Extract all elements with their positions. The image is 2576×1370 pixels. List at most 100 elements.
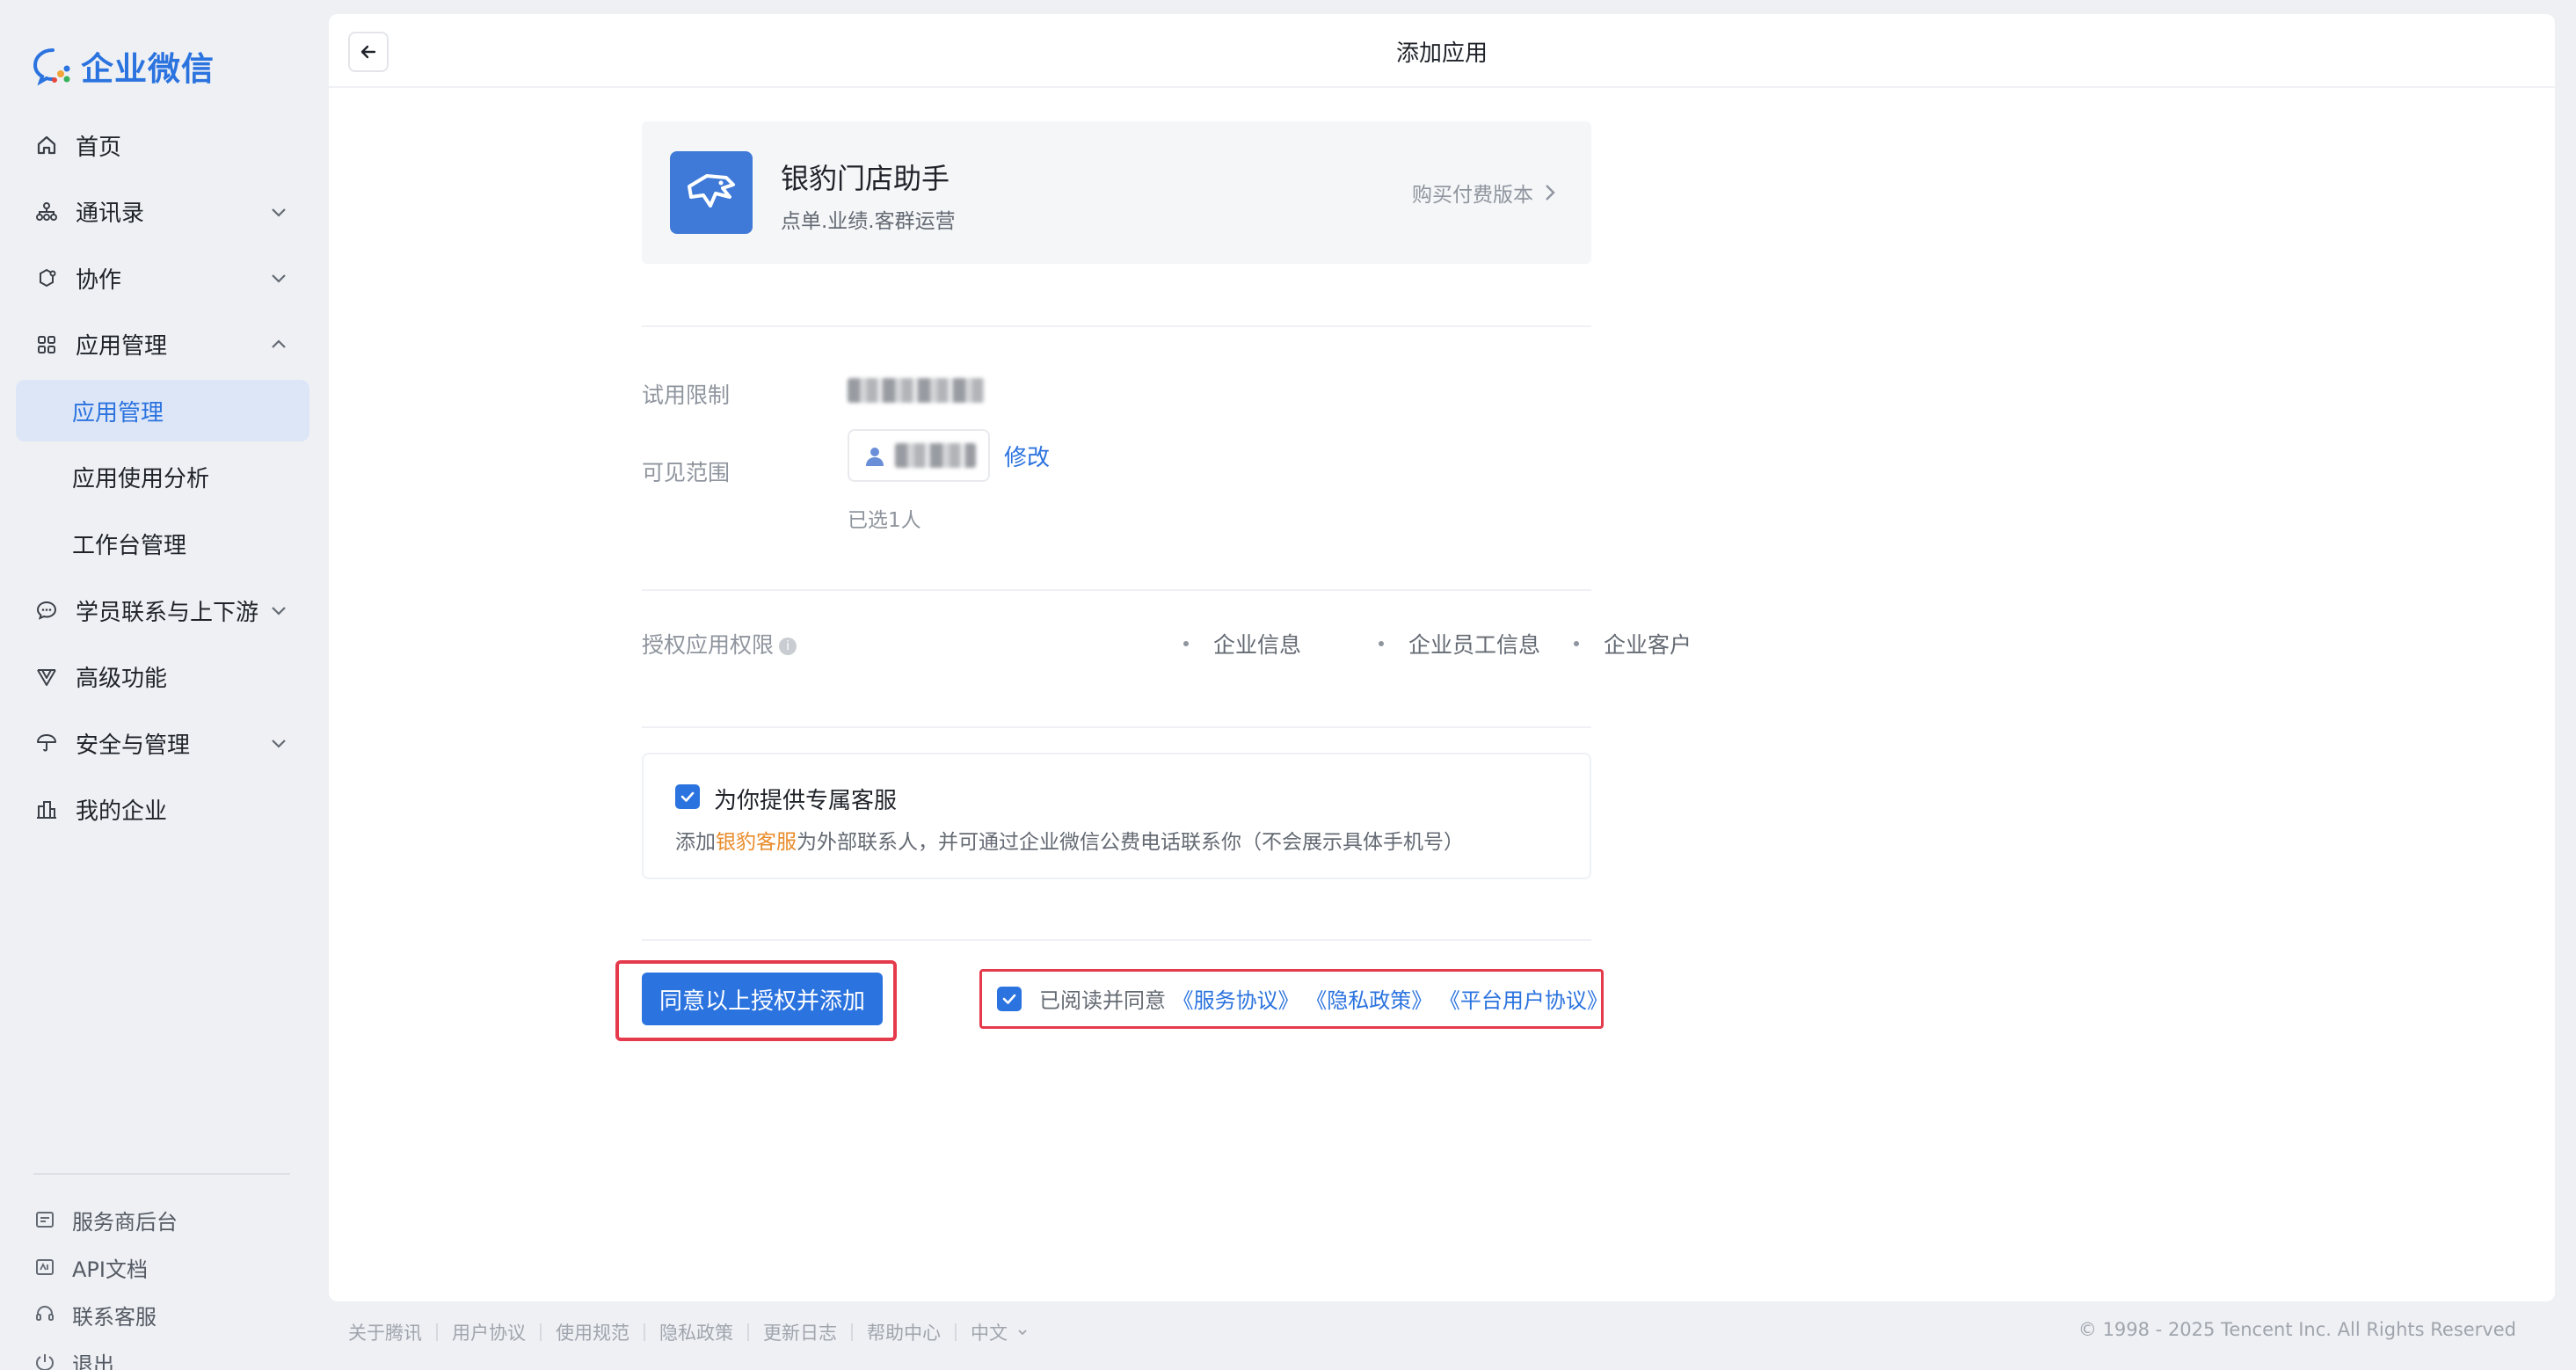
sidebar-subitem-workbench-management[interactable]: 工作台管理 [16,514,309,575]
sidebar-item-label: 首页 [76,134,122,161]
buy-paid-version-link[interactable]: 购买付费版本 [1412,178,1558,208]
sidebar-subitem-app-management[interactable]: 应用管理 [16,380,309,442]
modify-scope-link[interactable]: 修改 [1004,440,1050,472]
permission-item-label: 企业员工信息 [1408,632,1541,658]
api-icon [33,1256,56,1279]
chevron-down-icon [272,607,286,616]
top-bar: 添加应用 [329,14,2555,88]
permissions-label: 授权应用权限 i [642,628,797,659]
sidebar-link-api-docs[interactable]: API文档 [33,1243,178,1291]
check-icon [1002,994,1016,1004]
permission-item: 企业信息 [1183,628,1301,659]
footer-separator [436,1323,438,1341]
trial-limit-label: 试用限制 [642,383,731,408]
info-icon[interactable]: i [779,638,797,655]
home-icon [35,134,58,157]
service-name-highlight[interactable]: 银豹客服 [716,831,797,854]
sidebar-nav: 首页 通讯录 协作 应用管理 应用管理 应用使用分析 工作台管理 学员联系与上下… [16,114,309,846]
app-card: 银豹门店助手 点单.业绩.客群运营 购买付费版本 [642,121,1591,264]
footer-separator [851,1323,853,1341]
buy-paid-version-label: 购买付费版本 [1412,184,1533,207]
sidebar-item-security[interactable]: 安全与管理 [16,712,309,774]
umbrella-icon [35,732,58,754]
app-description: 点单.业绩.客群运营 [781,210,956,233]
sidebar-link-provider-backend[interactable]: 服务商后台 [33,1196,178,1243]
privacy-policy-link[interactable]: 《隐私政策》 [1306,988,1432,1013]
terms-prefix: 已阅读并同意 [1039,988,1166,1013]
language-selector[interactable]: 中文 [971,1319,1029,1345]
sidebar-link-label: 联系客服 [72,1304,156,1330]
sidebar-item-label: 应用管理 [72,399,164,426]
permission-item: 企业客户 [1574,628,1692,659]
sidebar: 企业微信 首页 通讯录 协作 应用管理 应用管理 应用使用分析 工作台管理 学员… [0,0,327,1370]
bullet-dot [1379,641,1384,646]
sidebar-item-my-company[interactable]: 我的企业 [16,779,309,841]
logout-icon [33,1351,56,1370]
apps-icon [35,333,58,356]
chevron-right-icon [1546,185,1555,200]
dedicated-service-checkbox[interactable] [675,784,700,809]
footer-link-changelog[interactable]: 更新日志 [763,1319,837,1345]
wecom-logo-icon [33,48,70,86]
sidebar-item-label: 应用使用分析 [72,466,210,493]
chevron-down-icon [272,740,286,748]
footer-separator [955,1323,957,1341]
sidebar-subitem-app-usage-analysis[interactable]: 应用使用分析 [16,447,309,508]
chevron-down-icon [1018,1330,1027,1336]
footer-link-usage-rules[interactable]: 使用规范 [556,1319,629,1345]
footer-separator [644,1323,645,1341]
trial-limit-value-redacted [848,378,985,403]
divider [642,325,1591,327]
dedicated-service-description: 添加银豹客服为外部联系人，并可通过企业微信公费电话联系你（不会展示具体手机号） [675,825,1464,855]
bullet-dot [1183,641,1189,646]
permission-item: 企业员工信息 [1379,628,1540,659]
footer-link-user-agreement[interactable]: 用户协议 [452,1319,526,1345]
sidebar-item-label: 通讯录 [76,200,145,228]
visible-scope-member[interactable] [848,429,990,482]
brand-logo[interactable]: 企业微信 [32,44,215,88]
footer-link-privacy[interactable]: 隐私政策 [659,1319,733,1345]
service-desc-prefix: 添加 [675,831,716,854]
sidebar-item-contacts[interactable]: 通讯录 [16,181,309,243]
sidebar-item-label: 协作 [76,266,122,294]
terms-checkbox[interactable] [997,987,1022,1011]
permission-item-label: 企业客户 [1604,632,1692,658]
brand-name: 企业微信 [81,50,215,88]
sidebar-item-collab[interactable]: 协作 [16,247,309,309]
sidebar-link-support[interactable]: 联系客服 [33,1291,178,1338]
service-desc-suffix: 为外部联系人，并可通过企业微信公费电话联系你（不会展示具体手机号） [797,831,1464,854]
app-name: 银豹门店助手 [781,162,950,195]
dedicated-service-title: 为你提供专属客服 [714,788,898,814]
member-name-redacted [895,443,976,468]
chevron-down-icon [272,208,286,217]
footer-link-help[interactable]: 帮助中心 [867,1319,941,1345]
platform-agreement-link[interactable]: 《平台用户协议》 [1439,988,1608,1013]
sidebar-item-label: 工作台管理 [72,533,187,560]
permissions-label-text: 授权应用权限 [642,632,775,658]
chevron-up-icon [272,339,286,348]
sidebar-item-student-contacts[interactable]: 学员联系与上下游 [16,579,309,641]
footer-separator [540,1323,542,1341]
divider [642,589,1591,591]
org-icon [35,200,58,223]
visible-scope-label: 可见范围 [642,460,731,485]
copyright: © 1998 - 2025 Tencent Inc. All Rights Re… [2078,1319,2516,1340]
page-title: 添加应用 [1395,40,1488,67]
sidebar-item-app-management[interactable]: 应用管理 [16,314,309,375]
chat-icon [35,599,58,622]
dedicated-service-box: 为你提供专属客服 添加银豹客服为外部联系人，并可通过企业微信公费电话联系你（不会… [642,753,1591,879]
provider-icon [33,1208,56,1231]
sidebar-item-label: 高级功能 [76,666,168,693]
sidebar-bottom-links: 服务商后台 API文档 联系客服 退出 [33,1196,178,1370]
selected-count: 已选1人 [848,509,921,532]
sidebar-item-home[interactable]: 首页 [16,114,309,176]
sidebar-divider [33,1173,290,1175]
sidebar-link-logout[interactable]: 退出 [33,1338,178,1370]
check-icon [680,791,695,802]
service-agreement-link[interactable]: 《服务协议》 [1173,988,1299,1013]
person-icon [866,448,884,466]
building-icon [35,798,58,821]
sidebar-item-advanced[interactable]: 高级功能 [16,646,309,708]
footer-link-about[interactable]: 关于腾讯 [348,1319,422,1345]
agree-and-add-button[interactable]: 同意以上授权并添加 [642,973,883,1025]
